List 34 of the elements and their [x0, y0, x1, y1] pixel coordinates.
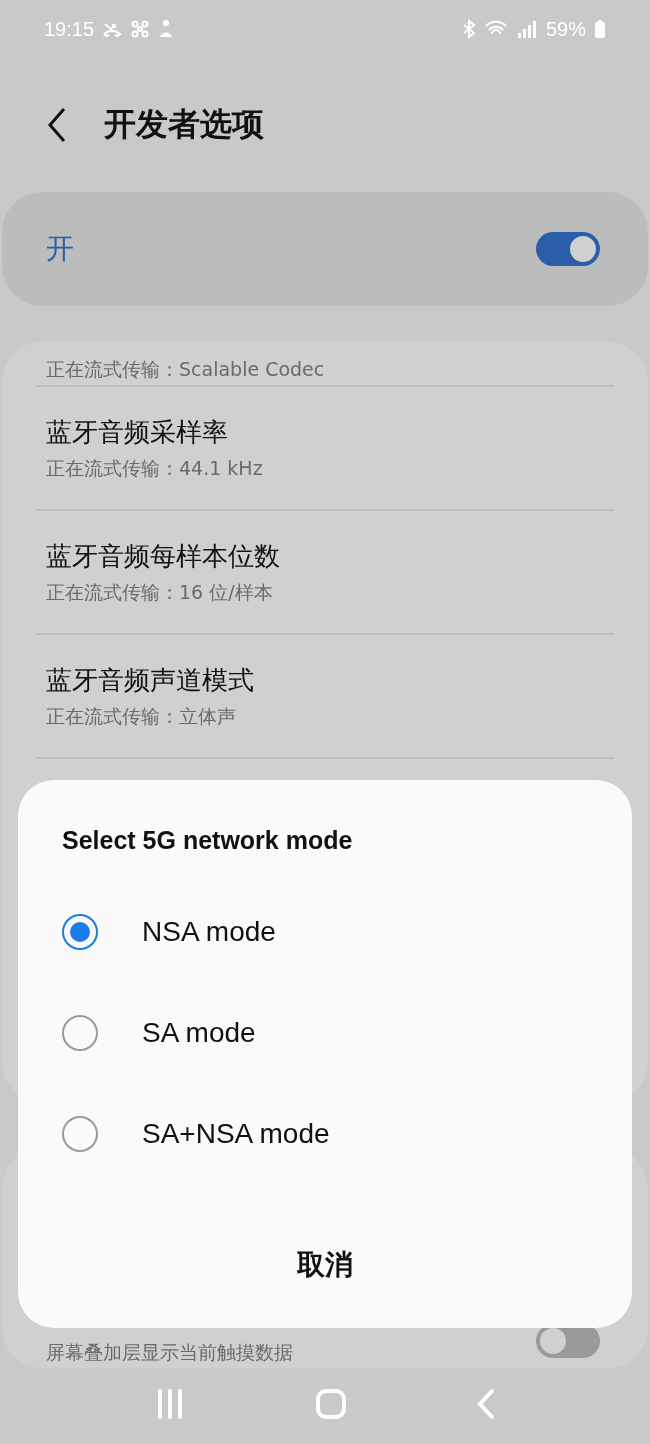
radio-button[interactable]	[62, 913, 98, 950]
setting-item[interactable]: 蓝牙音频采样率 正在流式传输：44.1 kHz	[36, 387, 614, 511]
radio-button[interactable]	[62, 1014, 98, 1051]
setting-item[interactable]: 蓝牙音频每样本位数 正在流式传输：16 位/样本	[36, 511, 614, 635]
setting-title: 蓝牙音频每样本位数	[46, 539, 281, 573]
setting-title: 蓝牙音频声道模式	[46, 663, 255, 697]
page-title: 开发者选项	[104, 104, 264, 145]
setting-subtitle: 正在流式传输：Scalable Codec	[46, 357, 325, 382]
cancel-button[interactable]: 取消	[267, 1236, 383, 1294]
setting-subtitle: 正在流式传输：立体声	[46, 703, 237, 729]
figure-icon	[158, 19, 175, 39]
network-mode-option[interactable]: SA+NSA mode	[62, 1083, 632, 1184]
fan-icon	[130, 19, 151, 39]
setting-title: 蓝牙音频采样率	[46, 415, 229, 449]
radio-button[interactable]	[62, 1115, 98, 1152]
master-toggle[interactable]	[536, 232, 600, 266]
bluetooth-icon	[461, 19, 476, 39]
setting-subtitle: 屏幕叠加层显示当前触摸数据	[46, 1340, 293, 1365]
option-label: SA+NSA mode	[142, 1117, 330, 1150]
master-switch-label: 开	[46, 231, 74, 267]
back-nav-icon[interactable]	[475, 1388, 496, 1420]
missed-call-icon	[102, 21, 123, 37]
home-icon[interactable]	[315, 1388, 347, 1420]
network-mode-option[interactable]: NSA mode	[62, 881, 632, 982]
back-icon[interactable]	[46, 107, 68, 143]
setting-subtitle: 正在流式传输：16 位/样本	[46, 579, 274, 605]
option-label: NSA mode	[142, 915, 276, 948]
signal-icon	[515, 19, 538, 39]
dialog-title: Select 5G network mode	[62, 826, 354, 855]
option-label: SA mode	[142, 1016, 256, 1049]
setting-subtitle: 正在流式传输：44.1 kHz	[46, 455, 264, 481]
network-mode-option[interactable]: SA mode	[62, 982, 632, 1083]
battery-icon	[594, 20, 606, 38]
setting-item[interactable]: 蓝牙音频声道模式 正在流式传输：立体声	[36, 635, 614, 759]
